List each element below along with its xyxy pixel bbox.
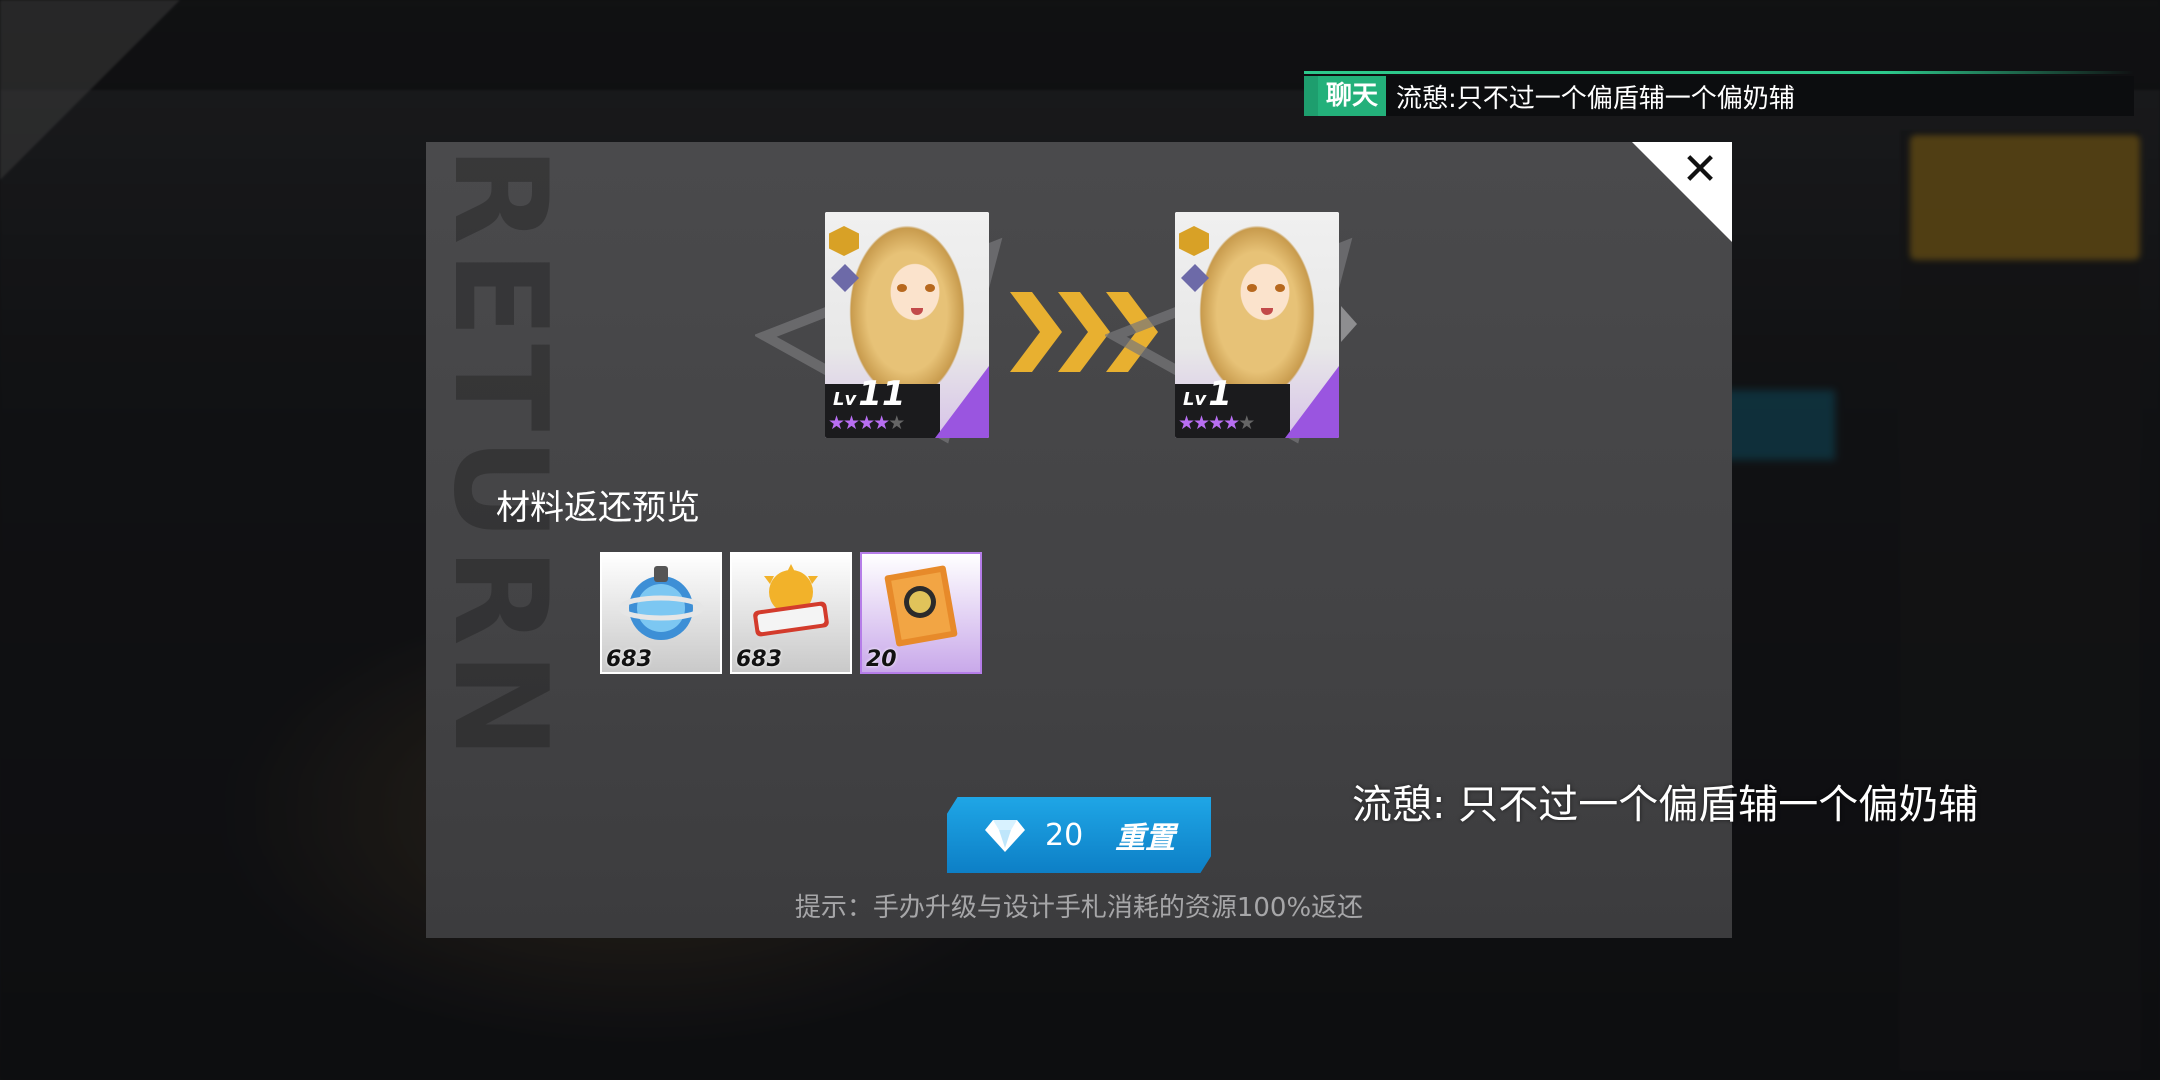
star-filled-icon: ★ [1193,412,1210,434]
material-item[interactable]: 683 [730,552,852,674]
star-filled-icon: ★ [843,412,860,434]
experience-badge-icon [753,564,829,637]
chat-bar-accent-line [1304,71,2134,74]
star-empty-icon: ★ [1238,412,1255,434]
chat-tag: 聊天 [1318,76,1387,116]
reset-cost: 20 [1045,817,1084,853]
portrait-eye-left [1247,284,1257,292]
star-empty-icon: ★ [888,412,905,434]
return-watermark: RETURN [426,146,574,765]
chat-bar[interactable]: 聊天 流憩:只不过一个偏盾辅一个偏奶辅 [1304,76,2134,116]
level-number: 1 [1208,374,1232,414]
card-after: Lv1 ★★★★★ [1105,212,1375,452]
hint-text: 提示：手办升级与设计手札消耗的资源100%返还 [794,893,1364,923]
card-level: Lv1 [1183,374,1232,414]
figure-card: Lv1 ★★★★★ [1175,212,1339,438]
figure-card: Lv11 ★★★★★ [825,212,989,438]
level-number: 11 [858,374,906,414]
chat-message: 流憩:只不过一个偏盾辅一个偏奶辅 [1396,83,1795,114]
material-items: 683 683 20 [600,552,982,674]
close-icon[interactable]: ✕ [1678,148,1722,192]
rarity-corner [1285,366,1339,438]
star-filled-icon: ★ [858,412,875,434]
portrait-eye-right [1275,284,1285,292]
star-filled-icon: ★ [1208,412,1225,434]
rarity-corner [935,366,989,438]
star-filled-icon: ★ [1223,412,1240,434]
floating-chat-message: 流憩: 只不过一个偏盾辅一个偏奶辅 [1352,782,1979,828]
reset-button[interactable]: 20 重置 [947,797,1211,873]
star-rating: ★★★★★ [1178,412,1255,434]
diamond-icon [985,820,1025,852]
item-count: 683 [736,647,782,672]
portrait-eye-left [897,284,907,292]
card-level: Lv11 [833,374,906,414]
reset-label: 重置 [1115,821,1176,856]
star-filled-icon: ★ [828,412,845,434]
level-prefix: Lv [1183,389,1207,410]
material-item[interactable]: 20 [860,552,982,674]
level-prefix: Lv [833,389,857,410]
star-rating: ★★★★★ [828,412,905,434]
materials-preview-title: 材料返还预览 [496,488,700,528]
material-item[interactable]: 683 [600,552,722,674]
stamp-ticket-icon [884,565,958,647]
portrait-eye-right [925,284,935,292]
star-filled-icon: ★ [873,412,890,434]
item-count: 683 [606,647,652,672]
card-before: Lv11 ★★★★★ [755,212,1025,452]
item-count: 20 [866,647,897,672]
blue-orb-material-icon [618,566,704,640]
star-filled-icon: ★ [1178,412,1195,434]
chat-stripe [1304,76,1318,116]
